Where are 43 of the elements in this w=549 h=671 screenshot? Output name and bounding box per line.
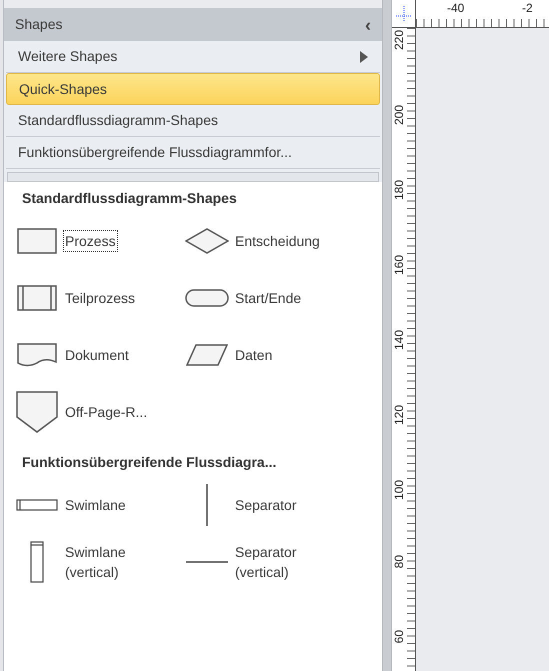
stencil-item[interactable]: Standardflussdiagramm-Shapes	[6, 105, 380, 137]
panel-title: Shapes	[15, 15, 62, 34]
submenu-arrow-icon	[360, 50, 368, 62]
shape-label[interactable]: Swimlane	[63, 494, 128, 516]
shape-label[interactable]: Entscheidung	[233, 230, 322, 252]
shape-label[interactable]: Swimlane (vertical)	[63, 540, 173, 582]
ruler-label: -40	[446, 2, 464, 14]
ruler-label: 80	[393, 555, 405, 568]
stencil-item[interactable]: Quick-Shapes	[6, 73, 380, 105]
ruler-label: 120	[393, 405, 405, 426]
diamond-icon	[185, 228, 229, 254]
section-heading: Standardflussdiagramm-Shapes	[22, 189, 238, 208]
document-icon	[17, 342, 57, 366]
parallelogram-icon	[186, 344, 228, 366]
ruler-label: 220	[393, 30, 405, 50]
stencil-item[interactable]: Funktionsübergreifende Flussdiagrammfor...	[6, 137, 380, 169]
shape-label[interactable]: Separator (vertical)	[233, 540, 343, 582]
ruler-label: 180	[393, 180, 405, 200]
shape-label[interactable]: Start/Ende	[233, 286, 304, 308]
ruler-label: 60	[393, 630, 405, 644]
panel-splitter[interactable]	[382, 0, 392, 671]
shape-label[interactable]: Dokument	[63, 344, 131, 366]
ruler-label: -2	[521, 2, 533, 14]
rectangle-icon	[17, 228, 57, 254]
swimlane-icon	[16, 498, 58, 510]
ruler-label: 160	[393, 255, 405, 276]
ruler-label: 200	[393, 105, 405, 126]
ruler-label: 140	[393, 330, 405, 350]
pentagon-icon	[16, 390, 58, 432]
ruler-label: 100	[393, 480, 405, 500]
shape-label[interactable]: Off-Page-R...	[63, 400, 150, 422]
shape-label[interactable]: Teilprozess	[63, 286, 138, 308]
ruler-origin-icon	[396, 6, 412, 22]
horizontal-line-icon	[186, 560, 228, 564]
shape-label[interactable]: Prozess	[63, 230, 118, 252]
subprocess-icon	[17, 284, 57, 310]
rounded-pill-icon	[185, 288, 229, 306]
shape-label[interactable]: Separator	[233, 494, 298, 516]
vertical-line-icon	[205, 484, 209, 526]
vertical-swimlane-icon	[30, 540, 44, 582]
section-heading: Funktionsübergreifende Flussdiagra...	[22, 453, 278, 472]
shape-label[interactable]: Daten	[233, 344, 274, 366]
collapse-button[interactable]: ‹	[365, 16, 371, 34]
